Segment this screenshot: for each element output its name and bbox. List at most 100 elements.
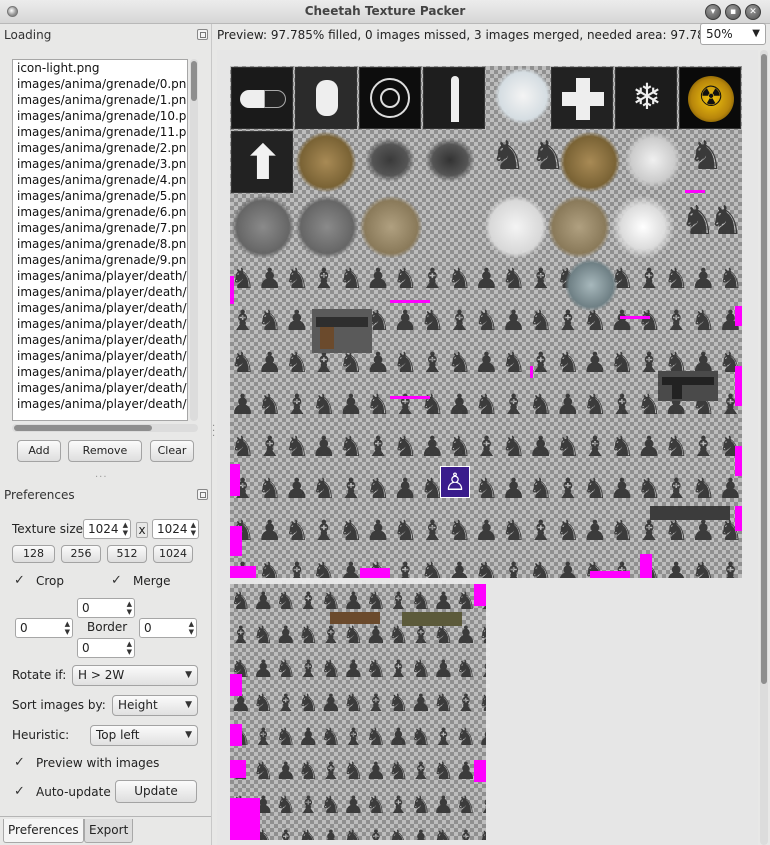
border-top-value: 0 bbox=[82, 601, 90, 615]
spin-arrows-icon[interactable]: ▲ ▼ bbox=[127, 640, 132, 656]
rotate-value: H > 2W bbox=[78, 668, 125, 682]
sort-combobox[interactable]: Height ▼ bbox=[112, 695, 198, 716]
pill-icon bbox=[231, 67, 293, 129]
file-list-item[interactable]: images/anima/player/death/0/1 bbox=[13, 396, 187, 412]
padding-marker bbox=[530, 366, 533, 378]
file-list-item[interactable]: images/anima/grenade/4.png bbox=[13, 172, 187, 188]
rifle-icon bbox=[650, 506, 730, 520]
file-list-item[interactable]: images/anima/grenade/9.png bbox=[13, 252, 187, 268]
merge-checkbox[interactable]: ✓ Merge bbox=[111, 574, 201, 590]
crop-checkbox[interactable]: ✓ Crop bbox=[14, 574, 104, 590]
file-list-item[interactable]: images/anima/grenade/3.png bbox=[13, 156, 187, 172]
padding-marker bbox=[735, 306, 742, 326]
heuristic-combobox[interactable]: Top left ▼ bbox=[90, 725, 198, 746]
dirt-particle-icon bbox=[296, 132, 356, 192]
scrollbar-thumb[interactable] bbox=[14, 425, 152, 431]
debris-particle-icon bbox=[425, 138, 475, 182]
file-list-item[interactable]: icon-light.png bbox=[13, 60, 187, 76]
player-silhouette-icon: ♙ bbox=[440, 466, 470, 498]
file-list-horizontal-scrollbar[interactable] bbox=[12, 424, 198, 432]
file-list-item[interactable]: images/anima/grenade/0.png bbox=[13, 76, 187, 92]
padding-marker bbox=[640, 554, 652, 578]
file-list-item[interactable]: images/anima/grenade/2.png bbox=[13, 140, 187, 156]
spin-arrows-icon[interactable]: ▲ ▼ bbox=[191, 521, 196, 537]
spin-arrows-icon[interactable]: ▲ ▼ bbox=[65, 620, 70, 636]
file-list-item[interactable]: images/anima/player/death/0/1 bbox=[13, 300, 187, 316]
texture-height-value: 1024 bbox=[157, 522, 188, 536]
splitter-handle[interactable]: ··· bbox=[95, 472, 108, 483]
smoke-particle-icon bbox=[625, 132, 681, 188]
border-left-spinbox[interactable]: 0 ▲ ▼ bbox=[15, 618, 73, 638]
file-list-item[interactable]: images/anima/player/death/0/1 bbox=[13, 380, 187, 396]
sort-value: Height bbox=[118, 698, 158, 712]
preview-with-images-checkbox[interactable]: ✓ Preview with images bbox=[14, 756, 194, 772]
file-list-item[interactable]: images/anima/player/death/0/1 bbox=[13, 364, 187, 380]
add-button[interactable]: Add bbox=[17, 440, 61, 462]
padding-marker bbox=[230, 798, 260, 840]
file-list-item[interactable]: images/anima/grenade/7.png bbox=[13, 220, 187, 236]
file-list-item[interactable]: images/anima/grenade/11.png bbox=[13, 124, 187, 140]
auto-update-checkbox[interactable]: ✓ Auto-update bbox=[14, 785, 114, 801]
preview-vertical-scrollbar[interactable] bbox=[760, 50, 768, 845]
texture-size-label: Texture size: bbox=[12, 522, 88, 536]
preset-128-button[interactable]: 128 bbox=[12, 545, 55, 563]
file-list-vertical-scrollbar[interactable] bbox=[190, 59, 198, 421]
checkmark-icon: ✓ bbox=[14, 784, 25, 799]
texture-width-spinbox[interactable]: 1024 ▲ ▼ bbox=[83, 519, 131, 539]
border-top-spinbox[interactable]: 0 ▲ ▼ bbox=[77, 598, 135, 618]
preset-1024-button[interactable]: 1024 bbox=[153, 545, 193, 563]
smoke-particle-icon bbox=[232, 196, 294, 258]
spin-arrows-icon[interactable]: ▲ ▼ bbox=[189, 620, 194, 636]
crosshair-icon bbox=[359, 67, 421, 129]
undock-preferences-icon[interactable] bbox=[197, 489, 208, 500]
uzi-icon bbox=[658, 371, 718, 401]
checkmark-icon: ✓ bbox=[14, 755, 25, 770]
file-list-item[interactable]: images/anima/player/death/0/1 bbox=[13, 332, 187, 348]
border-bottom-spinbox[interactable]: 0 ▲ ▼ bbox=[77, 638, 135, 658]
title-bar: Cheetah Texture Packer ▾ ▪ ✕ bbox=[0, 0, 770, 24]
spin-arrows-icon[interactable]: ▲ ▼ bbox=[123, 521, 128, 537]
file-list-item[interactable]: images/anima/grenade/8.png bbox=[13, 236, 187, 252]
file-list[interactable]: icon-light.png images/anima/grenade/0.png… bbox=[12, 59, 188, 421]
loading-label: Loading bbox=[4, 28, 52, 42]
splitter-handle[interactable]: ··· bbox=[212, 422, 215, 442]
file-list-item[interactable]: images/anima/player/death/0/1 bbox=[13, 284, 187, 300]
zoom-value: 50% bbox=[706, 27, 733, 41]
zoom-combobox[interactable]: 50% ▼ bbox=[700, 23, 766, 45]
border-right-spinbox[interactable]: 0 ▲ ▼ bbox=[139, 618, 197, 638]
preset-512-button[interactable]: 512 bbox=[107, 545, 147, 563]
undock-loading-icon[interactable] bbox=[197, 29, 208, 40]
clear-button[interactable]: Clear bbox=[150, 440, 194, 462]
padding-marker bbox=[230, 724, 242, 746]
file-list-item[interactable]: images/anima/grenade/5.png bbox=[13, 188, 187, 204]
preset-256-button[interactable]: 256 bbox=[61, 545, 101, 563]
file-list-item[interactable]: images/anima/grenade/1.png bbox=[13, 92, 187, 108]
padding-marker bbox=[390, 300, 430, 303]
texture-height-spinbox[interactable]: 1024 ▲ ▼ bbox=[152, 519, 199, 539]
file-list-item[interactable]: images/anima/player/death/0/0 bbox=[13, 268, 187, 284]
rocket-launcher-icon bbox=[402, 612, 462, 626]
maximize-icon[interactable]: ▪ bbox=[725, 4, 741, 20]
update-button[interactable]: Update bbox=[115, 780, 197, 803]
preview-canvas[interactable]: ❄ ☢ ⬆ ♞ ♞ ♞ ♞ ♞ ♞♟♞♝♞♟♞♝♞♟♞♝♞♟♞♝♞♟♞ ♝♞♟♞♝… bbox=[217, 50, 758, 845]
padding-marker bbox=[230, 526, 242, 556]
close-icon[interactable]: ✕ bbox=[745, 4, 761, 20]
tab-export[interactable]: Export bbox=[84, 819, 134, 843]
file-list-item[interactable]: images/anima/player/death/0/1 bbox=[13, 348, 187, 364]
dirt-particle-icon bbox=[360, 196, 422, 258]
radiation-icon: ☢ bbox=[679, 67, 741, 129]
padding-marker bbox=[735, 366, 742, 406]
pistol-icon bbox=[312, 309, 372, 353]
remove-button[interactable]: Remove bbox=[68, 440, 142, 462]
file-list-item[interactable]: images/anima/grenade/10.png bbox=[13, 108, 187, 124]
scrollbar-thumb[interactable] bbox=[191, 61, 197, 101]
minimize-icon[interactable]: ▾ bbox=[705, 4, 721, 20]
file-list-item[interactable]: images/anima/grenade/6.png bbox=[13, 204, 187, 220]
tab-preferences[interactable]: Preferences bbox=[3, 819, 84, 843]
scrollbar-thumb[interactable] bbox=[761, 54, 767, 684]
file-list-item[interactable]: images/anima/player/death/0/1 bbox=[13, 316, 187, 332]
padding-marker bbox=[474, 760, 486, 782]
rotate-combobox[interactable]: H > 2W ▼ bbox=[72, 665, 198, 686]
grenade-icon bbox=[295, 67, 357, 129]
spin-arrows-icon[interactable]: ▲ ▼ bbox=[127, 600, 132, 616]
